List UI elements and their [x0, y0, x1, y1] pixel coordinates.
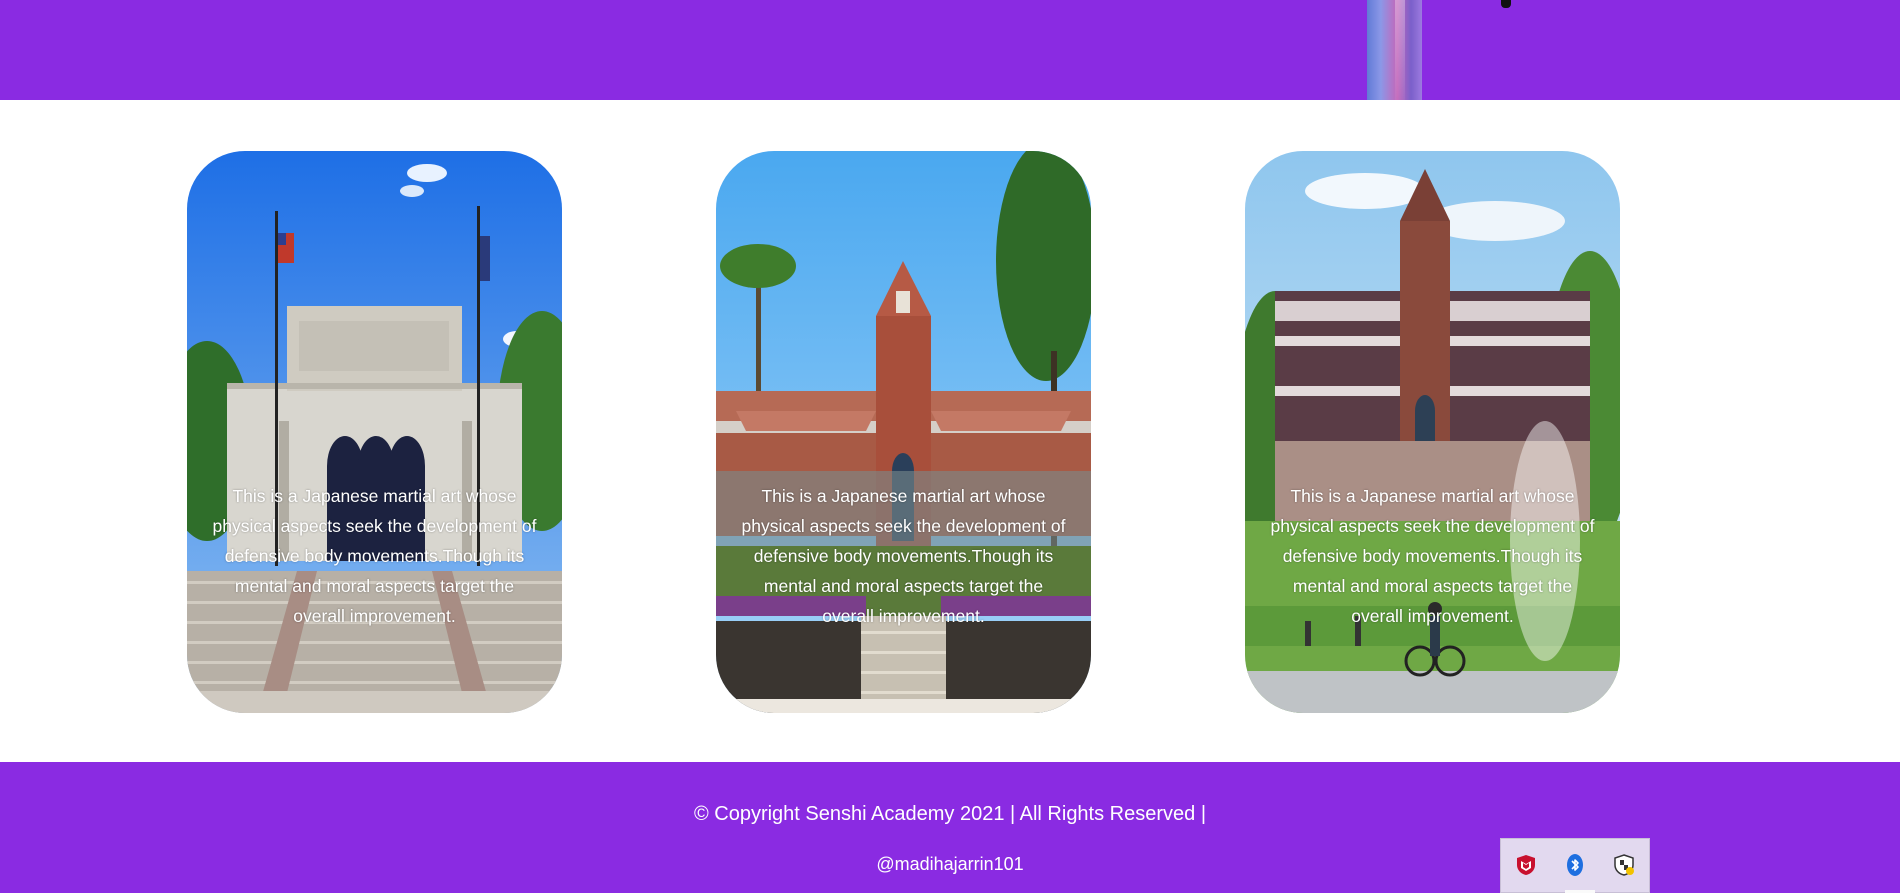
page: This is a Japanese martial art whose phy…	[0, 0, 1900, 893]
system-tray-popup	[1500, 838, 1650, 893]
header-banner-image	[1367, 0, 1422, 100]
cards-section: This is a Japanese martial art whose phy…	[0, 100, 1900, 762]
security-shield-icon[interactable]	[1612, 853, 1636, 877]
bluetooth-icon[interactable]	[1563, 853, 1587, 877]
card-museum[interactable]: This is a Japanese martial art whose phy…	[187, 151, 562, 713]
mcafee-shield-icon[interactable]	[1514, 853, 1538, 877]
top-header	[0, 0, 1900, 100]
card-description: This is a Japanese martial art whose phy…	[741, 486, 1066, 626]
card-brick-tower[interactable]: This is a Japanese martial art whose phy…	[716, 151, 1091, 713]
card-campus-lawn[interactable]: This is a Japanese martial art whose phy…	[1245, 151, 1620, 713]
header-dark-mark	[1501, 0, 1511, 8]
card-description: This is a Japanese martial art whose phy…	[212, 486, 537, 626]
copyright-text: © Copyright Senshi Academy 2021 | All Ri…	[693, 803, 1207, 825]
card-description: This is a Japanese martial art whose phy…	[1270, 486, 1595, 626]
